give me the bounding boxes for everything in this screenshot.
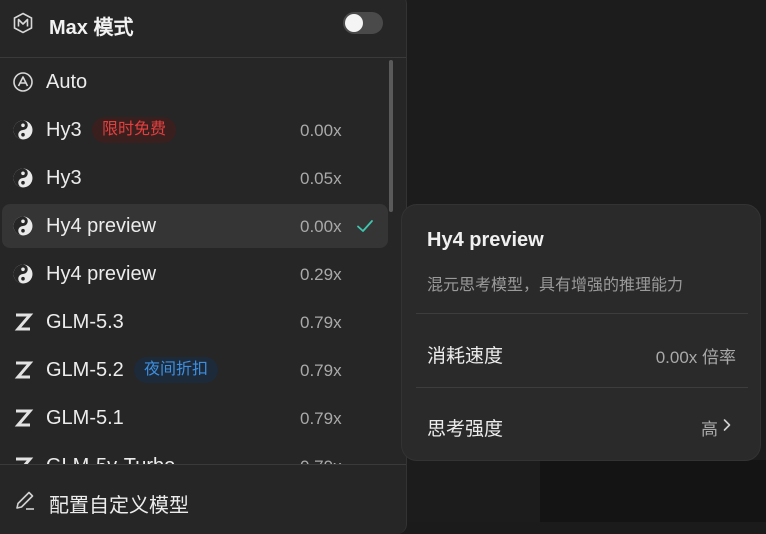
zhipu-icon — [14, 313, 34, 331]
model-option[interactable]: GLM-5.1 0.79x — [0, 394, 390, 442]
model-multiplier: 0.05x — [300, 169, 342, 188]
model-multiplier: 0.79x — [300, 457, 342, 464]
hunyuan-icon — [13, 120, 33, 140]
divider — [416, 313, 748, 314]
max-mode-label: Max 模式 — [49, 17, 134, 39]
model-option[interactable]: GLM-5.2 夜间折扣 0.79x — [0, 346, 390, 394]
model-multiplier: 0.79x — [300, 361, 342, 380]
max-mode-toggle[interactable] — [343, 12, 383, 34]
model-name: Hy3 — [46, 167, 82, 189]
model-option[interactable]: Hy4 preview 0.29x — [0, 250, 390, 298]
scrollbar[interactable] — [389, 60, 393, 212]
model-option[interactable]: Hy4 preview 0.00x — [0, 202, 390, 250]
chevron-right-icon[interactable] — [722, 418, 732, 432]
model-badge: 限时免费 — [92, 117, 177, 143]
model-name: GLM-5v-Turbo — [46, 455, 175, 464]
hunyuan-icon — [13, 264, 33, 284]
zhipu-icon — [16, 457, 34, 464]
model-list[interactable]: Auto Hy3 限时免费 0.00x Hy3 0.05x Hy4 preview 0.00x… — [0, 58, 406, 464]
configure-label: 配置自定义模型 — [49, 495, 189, 517]
model-multiplier: 0.29x — [300, 265, 342, 284]
model-option[interactable]: GLM-5.3 0.79x — [0, 298, 390, 346]
model-multiplier: 0.00x — [300, 217, 342, 236]
hunyuan-icon — [13, 168, 33, 188]
model-option[interactable]: Hy3 0.05x — [0, 154, 390, 202]
configure-custom-model-button[interactable]: 配置自定义模型 — [0, 476, 406, 524]
thinking-value[interactable]: 高 — [701, 415, 718, 440]
zhipu-icon — [14, 409, 34, 427]
model-menu: Max 模式 Auto Hy3 限时免费 0.00x Hy3 0.05x Hy4 previ… — [0, 0, 407, 534]
model-detail-card: Hy4 preview 混元思考模型，具有增强的推理能力 消耗速度 0.00x … — [401, 204, 761, 461]
max-mode-icon — [13, 12, 33, 34]
model-multiplier: 0.79x — [300, 409, 342, 428]
model-name: GLM-5.1 — [46, 407, 124, 429]
toggle-knob — [345, 14, 363, 32]
model-name: GLM-5.3 — [46, 311, 124, 333]
model-option[interactable]: Auto — [0, 58, 390, 106]
model-name: Hy4 preview — [46, 215, 157, 237]
divider — [0, 464, 406, 465]
check-icon — [357, 220, 373, 232]
speed-value: 0.00x 倍率 — [655, 348, 736, 367]
detail-description: 混元思考模型，具有增强的推理能力 — [427, 277, 684, 294]
model-multiplier: 0.00x — [300, 121, 342, 140]
max-mode-row[interactable]: Max 模式 — [0, 0, 406, 52]
auto-icon — [13, 72, 33, 92]
speed-label: 消耗速度 — [427, 346, 504, 367]
model-option[interactable]: Hy3 限时免费 0.00x — [0, 106, 390, 154]
hunyuan-icon — [13, 216, 33, 236]
thinking-label[interactable]: 思考强度 — [427, 414, 503, 441]
detail-title: Hy4 preview — [427, 229, 544, 251]
model-name: Auto — [46, 71, 88, 93]
model-option[interactable]: GLM-5v-Turbo 0.79x — [0, 442, 390, 464]
model-name: GLM-5.2 — [46, 359, 124, 381]
model-name: Hy3 — [46, 119, 82, 141]
pencil-icon — [16, 491, 34, 510]
model-multiplier: 0.79x — [300, 313, 342, 332]
background-panel — [540, 460, 766, 522]
zhipu-icon — [14, 361, 34, 379]
model-badge: 夜间折扣 — [134, 357, 219, 383]
divider — [416, 387, 748, 388]
model-name: Hy4 preview — [46, 263, 157, 285]
